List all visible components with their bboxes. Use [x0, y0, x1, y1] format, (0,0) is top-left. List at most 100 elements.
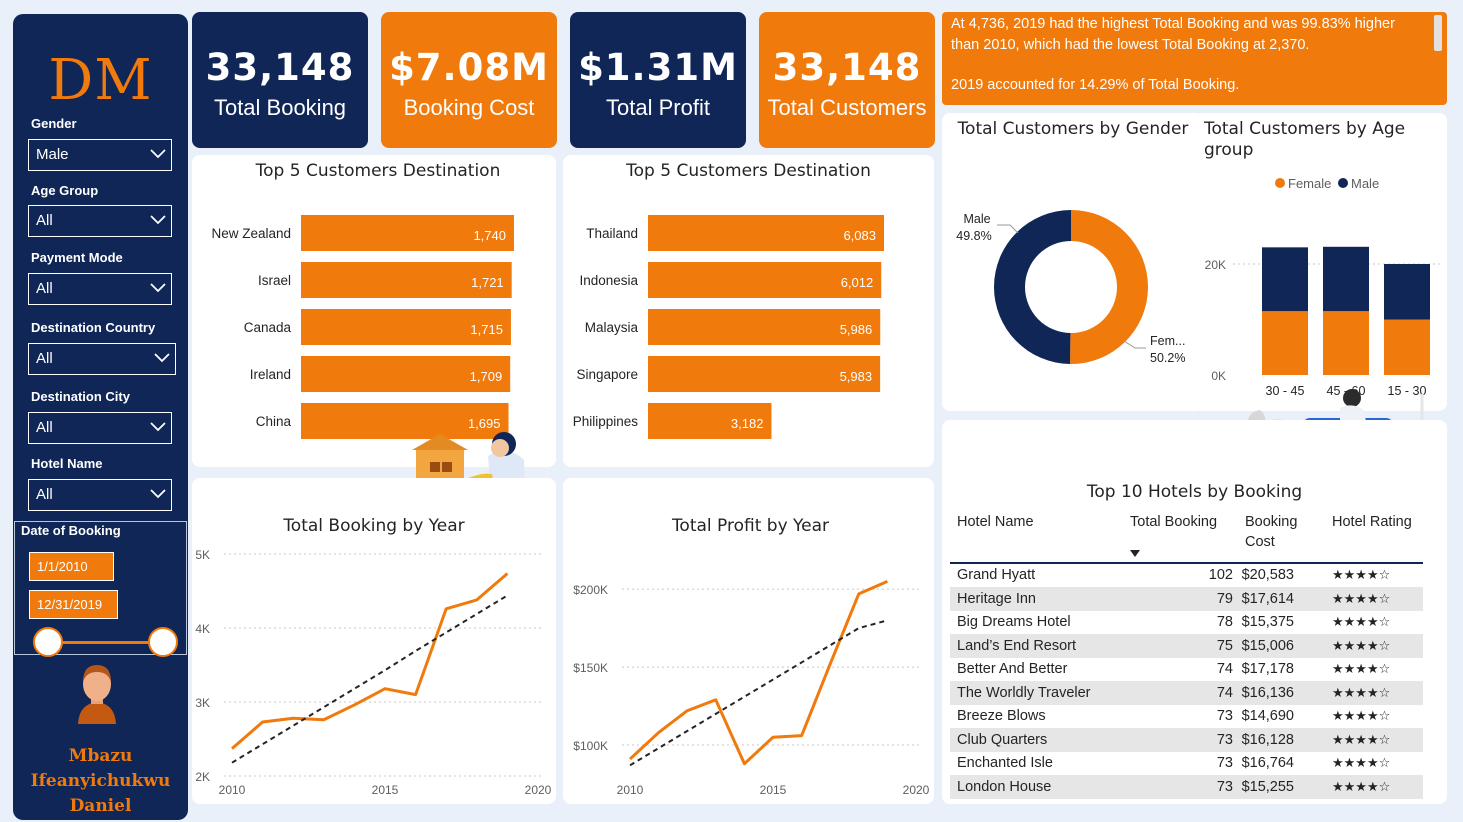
start-date-input[interactable]: 1/1/2010 — [29, 552, 114, 581]
destination-country-dropdown[interactable]: All — [28, 343, 176, 375]
x-tick-label: 2020 — [903, 783, 930, 797]
bar-data-label: 6,083 — [843, 228, 876, 243]
author-name: Mbazu Ifeanyichukwu Daniel — [13, 744, 188, 819]
payment-mode-label: Payment Mode — [31, 250, 123, 265]
booking-cost-cell: $16,764 — [1241, 755, 1294, 771]
total-booking-cell: 102 — [1208, 567, 1233, 583]
end-date-input[interactable]: 12/31/2019 — [29, 590, 118, 619]
hotel-rating-cell: ★★★★☆ — [1332, 685, 1391, 701]
y-tick-label: $100K — [573, 739, 608, 753]
booking-cost-cell: $17,178 — [1241, 661, 1294, 677]
total-booking-cell: 73 — [1216, 755, 1233, 771]
chevron-down-icon — [154, 353, 170, 363]
booking-cost-cell: $15,255 — [1241, 778, 1294, 795]
line-chart-svg: 2K 3K 4K 5K 2010 2015 2020 — [195, 548, 551, 797]
kpi-total-profit: $1.31M Total Profit — [570, 12, 746, 148]
chart-title: Top 5 Customers Destination — [626, 161, 871, 181]
x-tick-label: 2015 — [372, 783, 399, 797]
chart-customers-by-gender: Total Customers by Gender Male 49.8% Fem..… — [942, 113, 1204, 411]
col-header-total-booking[interactable]: Total Booking — [1130, 512, 1217, 532]
total-booking-cell: 73 — [1216, 778, 1233, 795]
bar-chart-svg: Thailand 6,083 Indonesia 6,012 Malaysia 5,986… — [573, 215, 884, 439]
bar-category-label: Thailand — [586, 226, 638, 241]
bar-category-label: Israel — [258, 273, 291, 288]
author-last: Daniel — [69, 796, 132, 816]
y-tick-label: 20K — [1205, 258, 1226, 272]
donut-chart-svg: Male 49.8% Fem... 50.2% — [956, 210, 1185, 365]
slice-label: Male — [963, 212, 990, 226]
scrollbar[interactable] — [1434, 15, 1442, 51]
y-tick-label: 0K — [1211, 369, 1226, 383]
donut-slice — [993, 210, 1071, 364]
col-header-hotel-name[interactable]: Hotel Name — [957, 512, 1034, 532]
col-header-booking-cost[interactable]: Booking Cost — [1245, 512, 1315, 552]
booking-cost-cell: $14,690 — [1241, 708, 1294, 724]
kpi-value: $1.31M — [578, 46, 738, 89]
table-row[interactable]: Grand Hyatt 102 $20,583 ★★★★☆ — [950, 564, 1423, 588]
table-row[interactable]: Big Dreams Hotel 78 $15,375 ★★★★☆ — [950, 611, 1423, 635]
booking-cost-cell: $15,006 — [1241, 637, 1294, 654]
table-body: Grand Hyatt 102 $20,583 ★★★★☆ Heritage Inn 79… — [950, 564, 1423, 804]
logo: DM — [48, 48, 153, 113]
stacked-bar-female — [1262, 311, 1308, 375]
hotel-name-cell: Better And Better — [957, 661, 1068, 677]
total-booking-cell: 73 — [1216, 731, 1233, 748]
table-row[interactable]: Club Quarters 73 $16,128 ★★★★☆ — [950, 728, 1423, 752]
legend-label: Male — [1351, 176, 1379, 191]
date-slider-start-handle[interactable] — [33, 627, 63, 657]
hotel-rating-cell: ★★★★☆ — [1332, 732, 1391, 748]
kpi-value: 33,148 — [772, 46, 922, 89]
chart-top5-destination-2: Top 5 Customers Destination Thailand 6,08… — [563, 155, 934, 467]
payment-mode-dropdown[interactable]: All — [28, 273, 172, 305]
y-tick-label: $150K — [573, 661, 608, 675]
kpi-value: $7.08M — [389, 46, 549, 89]
hotel-name-dropdown[interactable]: All — [28, 479, 172, 511]
stacked-bar-male — [1323, 246, 1369, 312]
author-middle: Ifeanyichukwu — [30, 771, 171, 791]
stacked-bar-male — [1262, 247, 1308, 312]
kpi-value: 33,148 — [205, 46, 355, 89]
sort-desc-icon[interactable] — [1130, 550, 1140, 557]
hotel-name-cell: Heritage Inn — [957, 590, 1036, 607]
table-row[interactable]: Breeze Blows 73 $14,690 ★★★★☆ — [950, 705, 1423, 729]
legend-label: Female — [1288, 176, 1331, 191]
total-booking-cell: 75 — [1216, 637, 1233, 654]
booking-cost-cell: $16,128 — [1241, 731, 1294, 748]
date-slider-end-handle[interactable] — [148, 627, 178, 657]
hotel-rating-cell: ★★★★☆ — [1332, 662, 1391, 677]
data-line — [628, 580, 888, 766]
hotel-name-cell: Club Quarters — [957, 731, 1048, 748]
table-row[interactable]: London House 73 $15,255 ★★★★☆ — [950, 775, 1423, 799]
age-group-value: All — [36, 212, 53, 229]
total-booking-cell: 79 — [1216, 590, 1233, 607]
table-row[interactable]: Enchanted Isle 73 $16,764 ★★★★☆ — [950, 752, 1423, 776]
gender-value: Male — [36, 146, 69, 163]
author-first: Mbazu — [68, 746, 133, 766]
age-group-dropdown[interactable]: All — [28, 205, 172, 237]
table-row[interactable]: Heritage Inn 79 $17,614 ★★★★☆ — [950, 587, 1423, 611]
stacked-bar-svg: Female Male0K20K30 - 45 45 - 60 15 - 30 — [1205, 176, 1440, 398]
hotel-name-value: All — [36, 486, 53, 503]
col-header-hotel-rating[interactable]: Hotel Rating — [1332, 512, 1412, 532]
kpi-label: Booking Cost — [403, 95, 535, 120]
smart-narrative: At 4,736, 2019 had the highest Total Boo… — [942, 12, 1447, 105]
chart-profit-by-year: Total Profit by Year $100K $150K $200K 2010… — [563, 478, 934, 804]
destination-city-dropdown[interactable]: All — [28, 412, 172, 444]
payment-mode-value: All — [36, 280, 53, 297]
donut-slice — [1070, 210, 1148, 364]
table-row[interactable]: The Worldly Traveler 74 $16,136 ★★★★☆ — [950, 681, 1423, 705]
hotel-rating-cell: ★★★★☆ — [1332, 568, 1391, 583]
bar-category-label: Canada — [244, 320, 292, 335]
chart-booking-by-year: Total Booking by Year 2K 3K 4K 5K 2010 2015 20… — [192, 478, 556, 804]
line-chart-svg: $100K $150K $200K 2010 2015 2020 — [573, 580, 930, 797]
booking-cost-cell: $16,136 — [1241, 684, 1294, 701]
gender-dropdown[interactable]: Male — [28, 139, 172, 171]
table-title: Top 10 Hotels by Booking — [1086, 482, 1303, 502]
table-row[interactable]: Better And Better 74 $17,178 ★★★★☆ — [950, 658, 1423, 682]
y-tick-label: $200K — [573, 583, 608, 597]
chevron-down-icon — [150, 489, 166, 499]
table-row[interactable]: Land’s End Resort 75 $15,006 ★★★★☆ — [950, 634, 1423, 658]
date-label: Date of Booking — [21, 523, 121, 538]
leader-line — [997, 224, 1019, 234]
bar-data-label: 1,721 — [471, 275, 504, 290]
